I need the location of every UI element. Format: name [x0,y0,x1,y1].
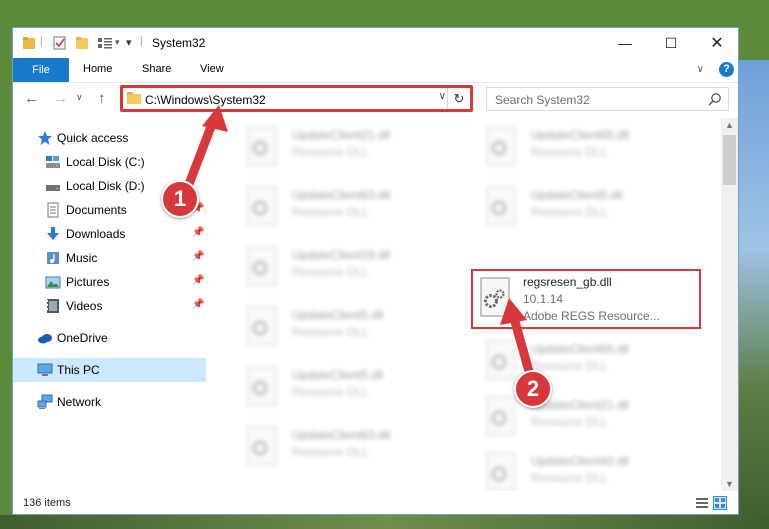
annotation-arrows [181,105,537,387]
annotation-badge-two: 2 [514,370,552,408]
arrow-two-head [500,298,527,325]
annotation-badge-one: 1 [161,180,199,218]
